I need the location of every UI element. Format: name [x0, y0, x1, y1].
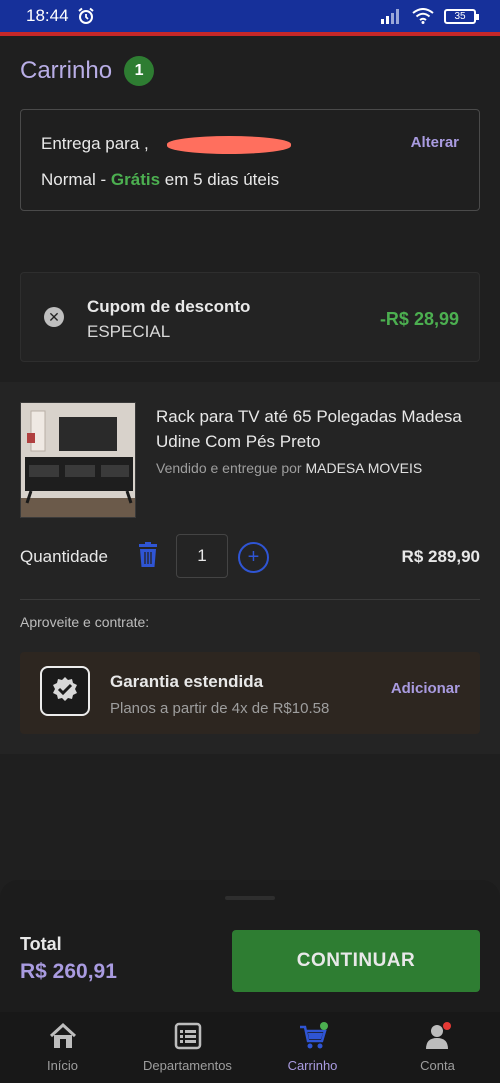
home-icon [49, 1022, 76, 1048]
alter-delivery-link[interactable]: Alterar [411, 134, 459, 151]
warranty-title: Garantia estendida [110, 672, 264, 691]
coupon-value: -R$ 28,99 [379, 309, 459, 329]
page-title: Carrinho [20, 57, 113, 84]
coupon-code: ESPECIAL [87, 322, 171, 341]
shield-check-icon [40, 666, 90, 716]
divider [20, 599, 480, 600]
coupon-title: Cupom de desconto [87, 297, 251, 316]
quantity-field[interactable]: 1 [176, 534, 228, 578]
redacted-address [167, 136, 291, 154]
continue-button[interactable]: CONTINUAR [232, 930, 480, 992]
nav-item-conta[interactable]: Conta [375, 1012, 500, 1083]
page-header: Carrinho 1 [20, 56, 155, 86]
delivery-free: Grátis [110, 170, 161, 189]
item-price: R$ 289,90 [401, 547, 480, 566]
cart-icon [299, 1022, 328, 1049]
delivery-eta: em 5 dias úteis [160, 170, 280, 189]
nav-item-carrinho[interactable]: Carrinho [250, 1012, 375, 1083]
increase-quantity-button[interactable]: + [238, 542, 269, 573]
delivery-address: Entrega para , [41, 134, 149, 153]
add-warranty-button[interactable]: Adicionar [391, 680, 460, 697]
nav-label: Conta [420, 1058, 455, 1073]
trash-icon[interactable] [137, 542, 159, 568]
bottom-nav: Início Departamentos Carrinho Conta [0, 1012, 500, 1083]
battery-icon: 35 [444, 8, 479, 24]
warranty-card: Garantia estendida Planos a partir de 4x… [20, 652, 480, 734]
user-icon [425, 1022, 451, 1049]
nav-item-departamentos[interactable]: Departamentos [125, 1012, 250, 1083]
nav-item-inicio[interactable]: Início [0, 1012, 125, 1083]
delivery-type: Normal [41, 170, 96, 189]
nav-label: Início [46, 1058, 79, 1073]
nav-label: Departamentos [143, 1058, 232, 1073]
total-bar: Total R$ 260,91 CONTINUAR [0, 912, 500, 1012]
warranty-subtitle: Planos a partir de 4x de R$10.58 [110, 700, 330, 717]
upsell-label: Aproveite e contrate: [20, 614, 150, 630]
delivery-card: Entrega para , Alterar Normal - Grátis e… [20, 109, 480, 211]
seller-info: Vendido e entregue por MADESA MOVEIS [156, 460, 422, 476]
quantity-label: Quantidade [20, 547, 108, 566]
nav-label: Carrinho [287, 1058, 338, 1073]
wifi-icon [412, 8, 434, 24]
seller-prefix: Vendido e entregue por [156, 460, 306, 476]
coupon-card: ✕ Cupom de desconto ESPECIAL -R$ 28,99 [20, 272, 480, 362]
status-bar: 18:44 35 [0, 0, 500, 36]
list-icon [174, 1022, 201, 1050]
seller-name: MADESA MOVEIS [305, 460, 423, 476]
battery-level: 35 [454, 10, 466, 22]
remove-coupon-icon[interactable]: ✕ [44, 307, 64, 327]
delivery-separator: - [95, 170, 111, 189]
product-image[interactable] [20, 402, 136, 518]
cart-item: Rack para TV até 65 Polegadas Madesa Udi… [0, 382, 500, 754]
signal-icon [381, 9, 399, 24]
sheet-handle[interactable] [225, 896, 275, 900]
cart-count-badge: 1 [124, 56, 155, 86]
status-time: 18:44 [26, 6, 69, 25]
product-name[interactable]: Rack para TV até 65 Polegadas Madesa Udi… [156, 404, 486, 454]
total-value: R$ 260,91 [20, 960, 117, 983]
delivery-info: Normal - Grátis em 5 dias úteis [41, 170, 279, 190]
total-label: Total [20, 934, 62, 954]
alarm-icon [77, 7, 94, 24]
